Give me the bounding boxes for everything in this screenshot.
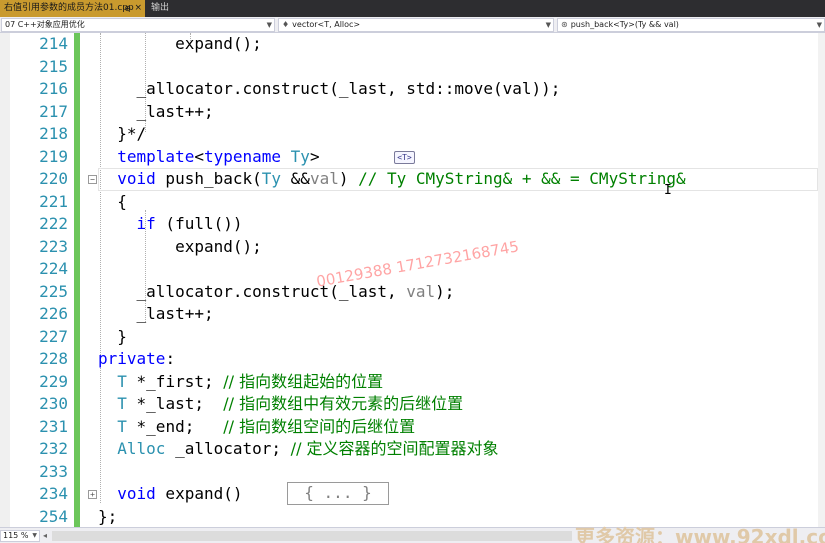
navigation-bar: 07 C++对象应用优化 ▼ ♦ vector<T, Alloc> ▼ ⊛ push…: [0, 17, 825, 33]
line-number: 215: [39, 56, 68, 76]
code-line[interactable]: 230 T *_last; // 指向数组中有效元素的后继位置: [0, 393, 825, 416]
line-number: 254: [39, 506, 68, 526]
code-comment: // Ty CMyString& + && = CMyString&: [358, 169, 686, 188]
code-text: Alloc _allocator; // 定义容器的空间配置器对象: [117, 439, 499, 458]
code-comment: // 指向数组空间的后继位置: [223, 416, 416, 436]
code-line[interactable]: 218 }*/: [0, 123, 825, 146]
project-dropdown[interactable]: 07 C++对象应用优化 ▼: [1, 18, 275, 32]
code-text: _allocator.construct(_last, std::move(va…: [98, 79, 561, 98]
line-number: 232: [39, 439, 68, 458]
code-text: if (full()): [136, 214, 243, 233]
class-icon: ♦: [282, 20, 290, 29]
code-line[interactable]: 232 Alloc _allocator; // 定义容器的空间配置器对象: [0, 438, 825, 461]
code-text: T *_last; // 指向数组中有效元素的后继位置: [117, 394, 464, 413]
line-number: 223: [39, 236, 68, 256]
code-line[interactable]: 225 _allocator.construct(_last, val);: [0, 281, 825, 304]
chevron-down-icon: ▼: [545, 21, 551, 29]
chevron-down-icon: ▼: [266, 21, 272, 29]
code-line[interactable]: 229 T *_first; // 指向数组起始的位置: [0, 371, 825, 394]
scope-label: vector<T, Alloc>: [292, 20, 361, 29]
code-line[interactable]: 226 _last++;: [0, 303, 825, 326]
line-number: 219: [39, 146, 68, 166]
line-number: 225: [39, 281, 68, 301]
code-text: }: [98, 326, 127, 346]
member-dropdown[interactable]: ⊛ push_back<Ty>(Ty && val) ▼: [557, 18, 825, 32]
code-text: T *_first; // 指向数组起始的位置: [117, 371, 384, 391]
code-line[interactable]: 227 }: [0, 326, 825, 349]
code-line[interactable]: 220 − void push_back(Ty &&val) // Ty CMy…: [0, 168, 825, 191]
code-comment: // 指向数组起始的位置: [223, 371, 384, 391]
code-text: }*/: [98, 124, 147, 143]
code-line[interactable]: 228 private:: [0, 348, 825, 371]
code-line[interactable]: 215: [0, 56, 825, 79]
tab-label: 右值引用参数的成员方法01.cpp: [4, 3, 134, 13]
code-text: expand();: [98, 236, 262, 256]
line-number: 229: [39, 371, 68, 391]
code-text: {: [98, 191, 127, 211]
code-text: expand();: [175, 34, 262, 53]
zoom-level: 115 %: [3, 531, 29, 540]
line-number: 231: [39, 416, 68, 436]
code-text: };: [98, 506, 118, 526]
code-line[interactable]: 217 _last++;: [0, 101, 825, 124]
fold-toggle-icon[interactable]: +: [88, 490, 97, 499]
text-cursor-icon: I: [664, 183, 672, 198]
line-number: 230: [39, 394, 68, 413]
scroll-left-icon[interactable]: ◂: [43, 531, 47, 541]
code-comment: // 指向数组中有效元素的后继位置: [223, 394, 464, 413]
zoom-dropdown[interactable]: 115 % ▼: [0, 530, 40, 542]
tab-cpp-file[interactable]: 右值引用参数的成员方法01.cpp ⊕ ×: [0, 0, 145, 17]
line-number: 217: [39, 101, 68, 121]
line-number: 234: [39, 484, 68, 503]
line-number: 218: [39, 124, 68, 143]
scope-dropdown[interactable]: ♦ vector<T, Alloc> ▼: [278, 18, 554, 32]
tab-output[interactable]: 输出: [147, 0, 173, 17]
code-line[interactable]: 234 + void expand(): [0, 483, 825, 506]
promo-watermark: 更多资源：www.92xdl.com: [575, 525, 825, 543]
method-icon: ⊛: [561, 20, 568, 29]
project-label: 07 C++对象应用优化: [5, 20, 85, 29]
line-number: 216: [39, 79, 68, 98]
collapsed-region[interactable]: { ... }: [287, 482, 389, 505]
code-line[interactable]: 254 };: [0, 506, 825, 528]
code-line[interactable]: 221 {: [0, 191, 825, 214]
code-text: void expand(): [117, 484, 243, 503]
code-text: _last++;: [98, 101, 214, 121]
code-text: void push_back(Ty &&val) // Ty CMyString…: [117, 169, 686, 188]
line-number: 228: [39, 349, 68, 368]
fold-toggle-icon[interactable]: −: [88, 175, 97, 184]
code-text: _allocator.construct(_last, val);: [98, 281, 455, 301]
chevron-down-icon: ▼: [32, 532, 37, 539]
pin-icon[interactable]: ⊕: [124, 0, 131, 17]
code-comment: // 定义容器的空间配置器对象: [290, 439, 499, 458]
line-number: 233: [39, 461, 68, 481]
code-editor[interactable]: 214 expand(); 215 216 _allocator.constru…: [0, 33, 825, 527]
code-line[interactable]: 216 _allocator.construct(_last, std::mov…: [0, 78, 825, 101]
tab-label: 输出: [151, 3, 170, 13]
close-icon[interactable]: ×: [134, 0, 142, 17]
code-line[interactable]: 231 T *_end; // 指向数组空间的后继位置: [0, 416, 825, 439]
member-label: push_back<Ty>(Ty && val): [570, 20, 679, 29]
line-number: 227: [39, 326, 68, 346]
code-text: template<typename Ty>: [117, 146, 320, 166]
vertical-scrollbar[interactable]: [818, 33, 825, 527]
line-number: 222: [39, 214, 68, 233]
line-number: 221: [39, 191, 68, 211]
line-number: 214: [39, 34, 68, 53]
code-text: T *_end; // 指向数组空间的后继位置: [117, 416, 416, 436]
line-number: 220: [39, 169, 68, 188]
line-number: 224: [39, 259, 68, 278]
horizontal-scrollbar[interactable]: [52, 531, 572, 541]
code-text: private:: [98, 349, 176, 368]
code-line[interactable]: 233: [0, 461, 825, 484]
code-text: _last++;: [98, 304, 214, 323]
line-number: 226: [39, 304, 68, 323]
code-line[interactable]: 214 expand();: [0, 33, 825, 56]
code-line[interactable]: 222 if (full()): [0, 213, 825, 236]
template-hint-badge[interactable]: <T>: [394, 151, 415, 164]
tab-bar: 右值引用参数的成员方法01.cpp ⊕ × 输出: [0, 0, 825, 17]
chevron-down-icon: ▼: [816, 21, 822, 29]
